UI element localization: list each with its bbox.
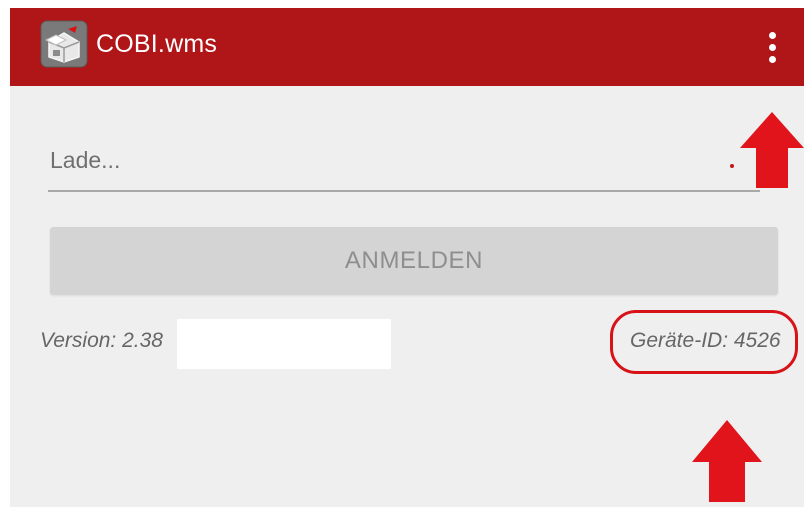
field-underline	[48, 190, 760, 192]
app-bar: COBI.wms	[10, 8, 804, 86]
arrow-up-icon	[692, 420, 762, 502]
field-marker-dot	[730, 164, 734, 168]
arrow-up-icon	[740, 112, 804, 188]
menu-dot	[768, 43, 776, 51]
login-field	[48, 132, 760, 192]
more-vert-icon[interactable]	[760, 24, 784, 70]
login-input[interactable]	[48, 132, 760, 188]
cobi-box-app-icon	[40, 20, 88, 68]
menu-dot	[768, 55, 776, 63]
app-screen: COBI.wms ANMELDEN Version: 2.38 Geräte-I…	[10, 8, 804, 507]
version-label: Version: 2.38	[40, 329, 163, 352]
menu-dot	[768, 31, 776, 39]
login-button[interactable]: ANMELDEN	[50, 227, 778, 295]
app-title: COBI.wms	[96, 30, 218, 58]
device-id-highlight	[610, 310, 798, 374]
redacted-area	[177, 319, 391, 369]
